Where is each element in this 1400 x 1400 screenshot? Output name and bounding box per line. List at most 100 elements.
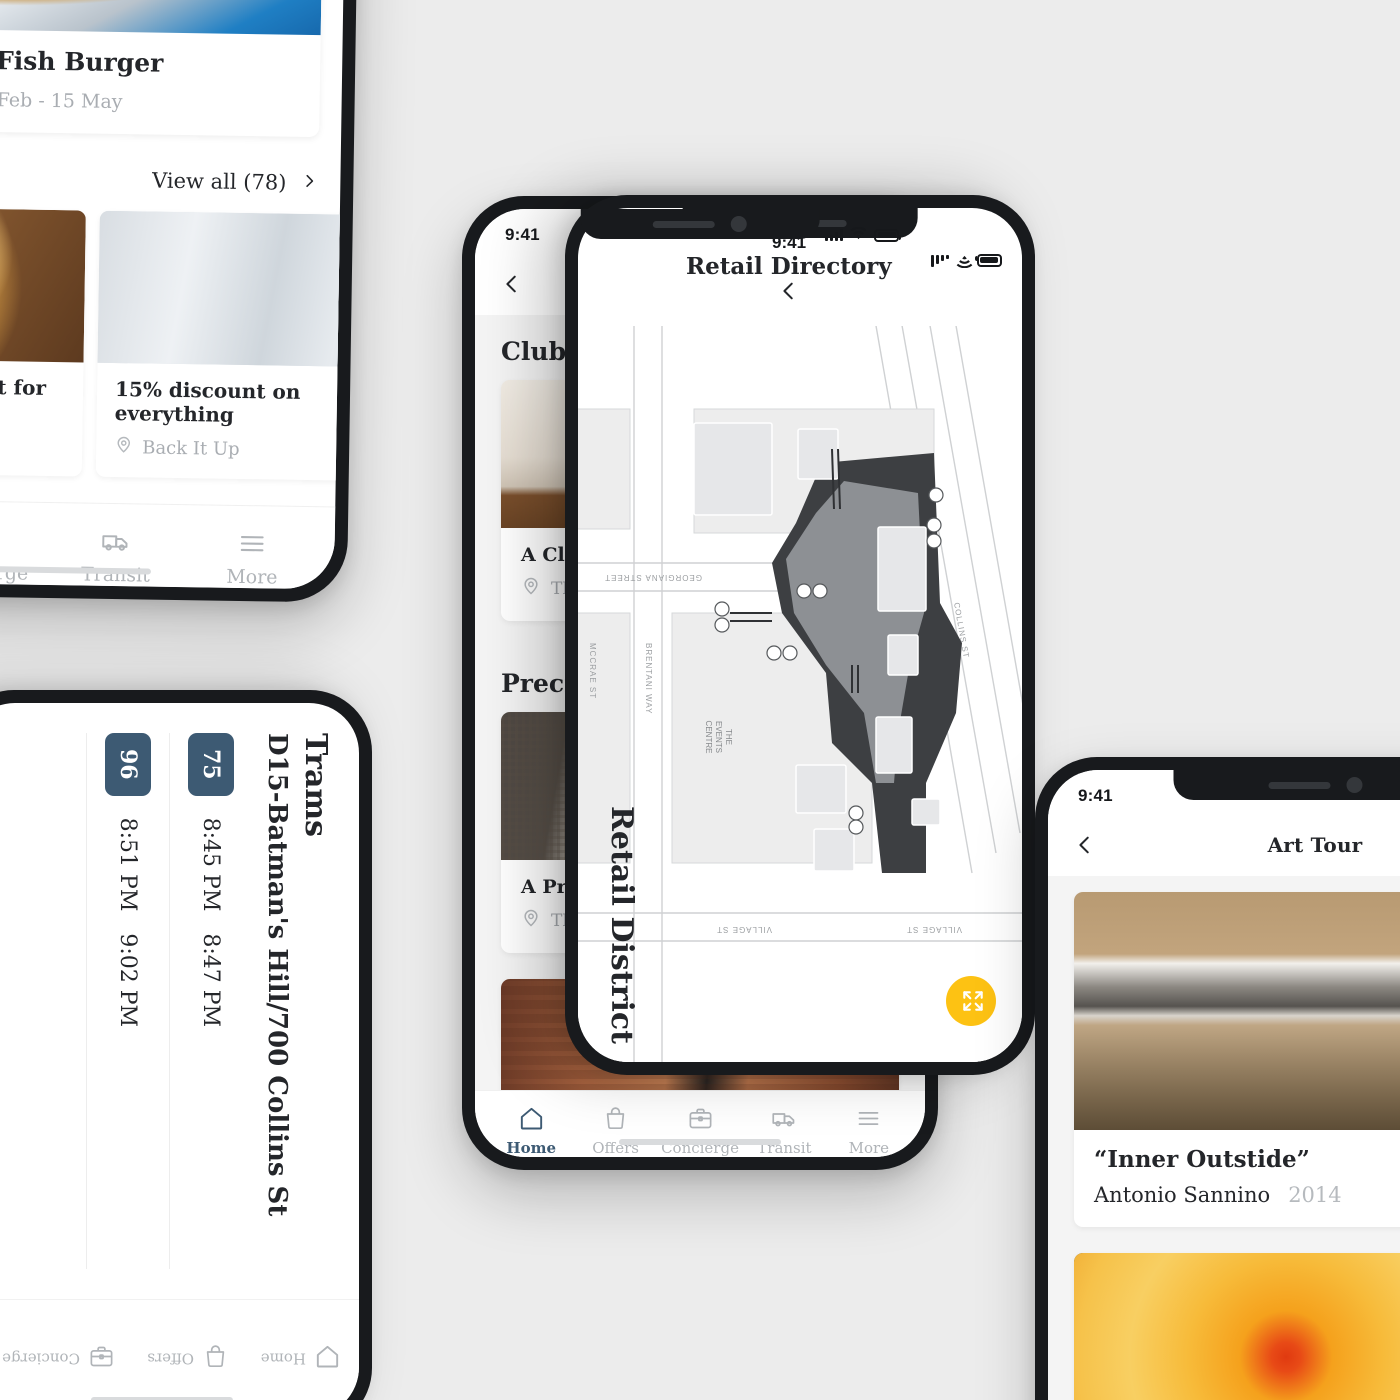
tab-concierge[interactable]: Concierge — [2, 1300, 117, 1400]
map-status-icons — [931, 248, 1002, 273]
front-camera — [731, 216, 747, 232]
svg-text:CENTRE: CENTRE — [704, 721, 713, 754]
transit-row[interactable]: 96 8:51 PM 9:02 PM — [87, 703, 169, 1299]
front-camera — [1345, 777, 1362, 793]
map-canvas[interactable]: COLLINS ST VILLAGE ST VILLAGE ST GEORGIA… — [578, 326, 1022, 1062]
tab-home[interactable]: Home — [261, 1300, 343, 1400]
battery-icon — [977, 254, 1002, 267]
svg-text:MCCRAE ST: MCCRAE ST — [588, 643, 597, 699]
tab-more[interactable]: More — [184, 527, 321, 589]
transit-stop: D15-Batman's Hill/700 Collins St — [262, 733, 292, 1217]
phone-transit: Trams D15-Batman's Hill/700 Collins St 7… — [0, 690, 372, 1400]
home-tabbar: Offers Concierge Transit — [0, 497, 336, 590]
map-page-title: Retail Directory — [686, 252, 892, 280]
art-tour-content[interactable]: “Inner Outstide” Antonio Sannino 2014 — [1048, 876, 1400, 1400]
svg-text:VILLAGE ST: VILLAGE ST — [906, 925, 962, 934]
offer-title: Pizza & Drink just for $12 — [0, 372, 47, 400]
departure-time: 8:51 PM — [115, 817, 141, 912]
back-button[interactable] — [501, 273, 523, 295]
transit-group-header: Trams D15-Batman's Hill/700 Collins St — [252, 703, 359, 1299]
divider — [86, 733, 87, 1269]
home-screen: Famous Fish'Fish Burger Famous Fish — [0, 0, 348, 590]
van-icon — [100, 526, 131, 557]
artwork-card[interactable] — [1074, 1253, 1400, 1400]
offers-carousel[interactable]: Pizza & Drink just for $12 The Italian M… — [0, 205, 348, 482]
notch — [580, 209, 820, 239]
wifi-icon — [956, 251, 973, 270]
van-icon — [771, 1105, 798, 1132]
battery-icon — [874, 228, 901, 242]
hamburger-icon — [237, 528, 268, 559]
earpiece-speaker — [653, 220, 715, 228]
tab-label: Home — [260, 1349, 306, 1368]
tab-transit[interactable]: Transit — [47, 525, 184, 587]
svg-text:BRENTANI WAY: BRENTANI WAY — [644, 643, 653, 714]
route-badge: 75 — [188, 733, 234, 796]
phone-home-offers: Famous Fish'Fish Burger Famous Fish — [0, 0, 362, 603]
artwork-card[interactable]: “Inner Outstide” Antonio Sannino 2014 — [1074, 892, 1400, 1227]
transit-row[interactable]: 75 8:45 PM 8:47 PM — [170, 703, 252, 1299]
artwork-photo — [1074, 1253, 1400, 1400]
map-pin-icon — [521, 576, 541, 601]
svg-text:EVENTS: EVENTS — [714, 721, 723, 753]
phone-art-tour: 9:41 Art Tour “Inner Outstide” Antonio S… — [1035, 757, 1400, 1400]
expand-arrows-icon — [956, 988, 986, 1014]
fullscreen-map-button[interactable] — [946, 976, 996, 1026]
view-all-label: View all (78) — [151, 168, 287, 195]
map-pin-icon — [521, 908, 541, 933]
promo-date: 6 Feb - 15 May — [0, 86, 123, 114]
tab-concierge[interactable]: Concierge — [658, 1105, 742, 1157]
tab-label: Home — [506, 1139, 556, 1157]
promo-card[interactable]: Famous Fish'Fish Burger Famous Fish — [0, 0, 324, 138]
home-icon — [518, 1105, 545, 1132]
tab-transit[interactable]: Transit — [742, 1105, 826, 1157]
divider — [169, 733, 170, 1269]
tab-concierge[interactable]: Concierge — [0, 523, 48, 585]
status-time: 9:41 — [505, 225, 540, 244]
phone-retail-map: 9:41 Retail Directory COLLINS ST VILLAGE… — [565, 195, 1035, 1075]
svg-text:GEORGIANA STREET: GEORGIANA STREET — [604, 573, 702, 582]
departure-time: 8:45 PM — [198, 817, 224, 912]
tab-label: More — [226, 565, 278, 589]
tab-more[interactable]: More — [827, 1105, 911, 1157]
retail-directory-map[interactable]: COLLINS ST VILLAGE ST VILLAGE ST GEORGIA… — [578, 326, 1022, 1062]
art-tour-screen: 9:41 Art Tour “Inner Outstide” Antonio S… — [1048, 770, 1400, 1400]
retail-district-label: Retail District — [604, 805, 639, 1044]
offer-title: 15% discount on everything — [114, 376, 301, 427]
transit-mode: Trams — [298, 733, 333, 838]
artwork-artist: Antonio Sannino — [1094, 1183, 1271, 1207]
events-tabbar: Home Offers Concierge Transit More — [475, 1090, 925, 1157]
departure-time: 9:02 PM — [115, 933, 141, 1028]
view-all-offers-link[interactable]: View all (78) — [152, 168, 319, 195]
offer-photo — [97, 210, 348, 368]
tab-home[interactable]: Home — [489, 1105, 573, 1157]
tab-offers[interactable]: Offers — [573, 1105, 657, 1157]
tab-offers[interactable]: Offers — [147, 1300, 231, 1400]
map-back-button[interactable] — [778, 280, 800, 302]
artwork-photo — [1074, 892, 1400, 1130]
offer-card[interactable]: 15% discount on everything Back It Up — [95, 210, 348, 482]
wifi-icon — [850, 225, 867, 245]
tab-label: Offers — [147, 1349, 194, 1368]
page-title: Art Tour — [1267, 833, 1363, 857]
transit-tabbar: Home Offers Concierge — [0, 1299, 359, 1400]
nav-bar: Art Tour — [1048, 814, 1400, 876]
chevron-right-icon — [300, 170, 318, 194]
map-screen: 9:41 Retail Directory COLLINS ST VILLAGE… — [578, 208, 1022, 1062]
promo-photo — [0, 0, 324, 36]
artwork-title: “Inner Outstide” — [1094, 1146, 1310, 1173]
notch — [1173, 770, 1400, 800]
promo-date-label: 6 Feb - 15 May — [0, 88, 123, 113]
offer-card[interactable]: Pizza & Drink just for $12 The Italian M… — [0, 205, 86, 477]
briefcase-icon — [687, 1105, 714, 1132]
back-button[interactable] — [1074, 834, 1096, 856]
transit-body: Trams D15-Batman's Hill/700 Collins St 7… — [0, 703, 359, 1400]
hamburger-icon — [855, 1105, 882, 1132]
earpiece-speaker — [1267, 781, 1330, 789]
tab-label: Concierge — [2, 1349, 81, 1368]
offer-photo — [0, 205, 86, 363]
route-badge: 96 — [105, 733, 151, 796]
bag-icon — [202, 1343, 229, 1374]
cellular-bars-icon — [825, 229, 843, 241]
transit-departures-list[interactable]: Trams D15-Batman's Hill/700 Collins St 7… — [0, 703, 359, 1299]
